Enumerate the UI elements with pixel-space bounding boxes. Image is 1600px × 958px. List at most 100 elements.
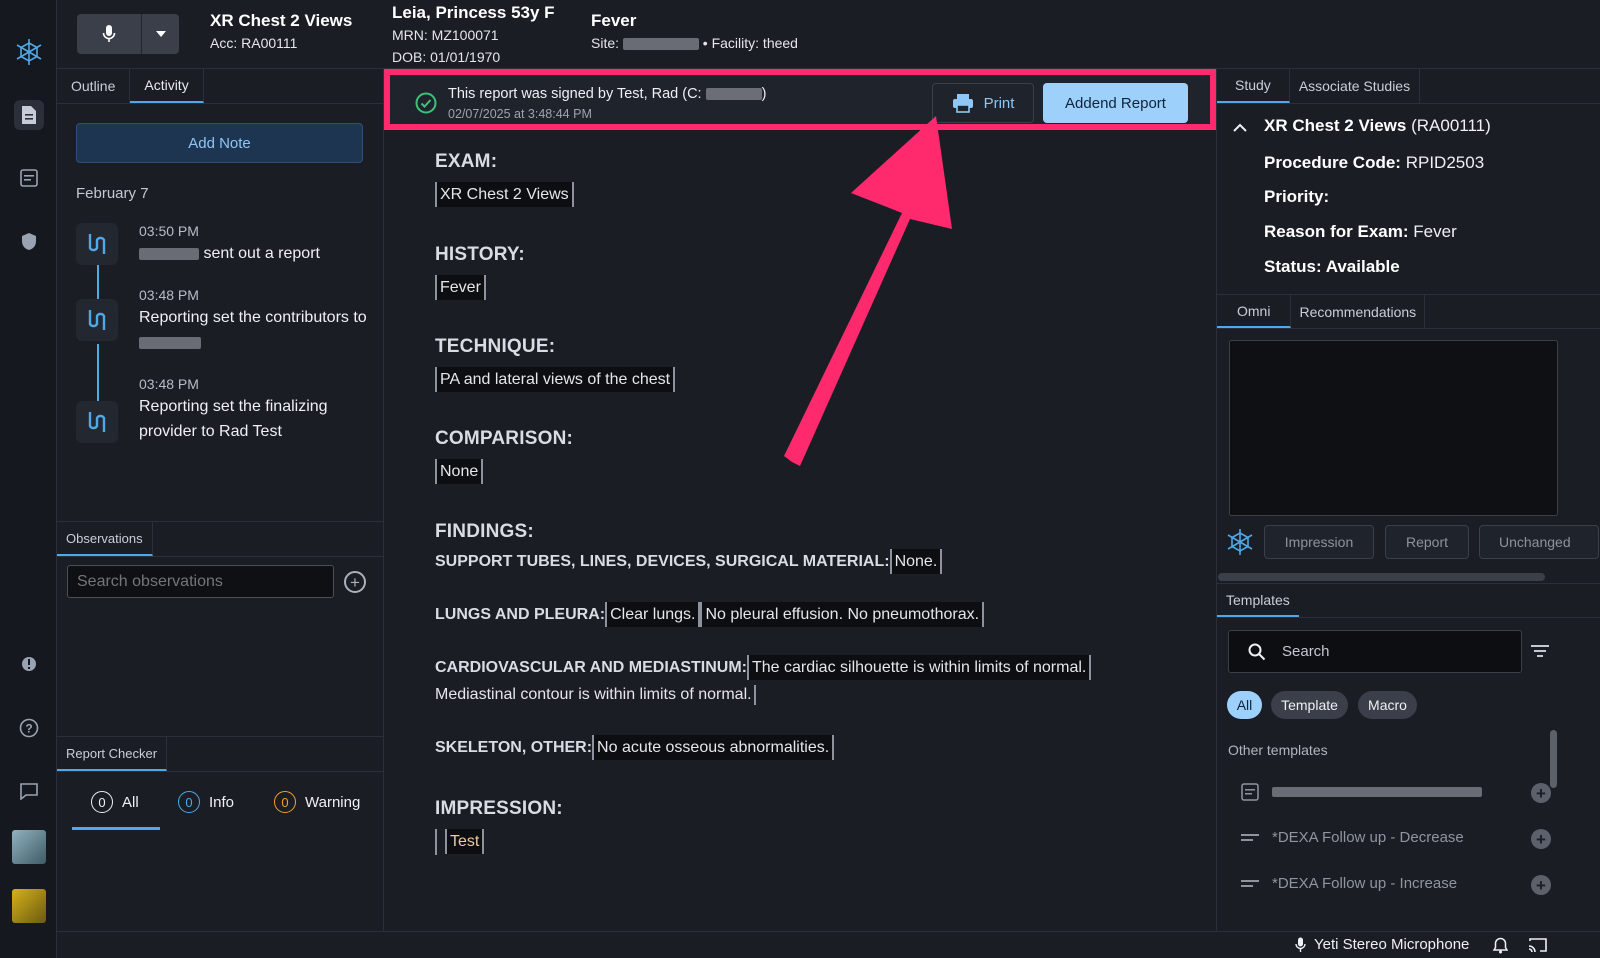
user-avatar[interactable]	[12, 830, 46, 864]
checker-count: 0	[178, 791, 200, 813]
shield-icon[interactable]	[14, 226, 44, 256]
template-item[interactable]: +	[1241, 783, 1551, 803]
tab-omni[interactable]: Omni	[1217, 295, 1292, 328]
impression-chip-button[interactable]: Impression	[1264, 525, 1374, 559]
tab-activity[interactable]: Activity	[130, 69, 204, 103]
activity-message: sent out a report	[203, 245, 320, 262]
filter-all-pill[interactable]: All	[1227, 691, 1262, 719]
field-cursor	[435, 829, 437, 856]
add-template-icon[interactable]: +	[1531, 829, 1551, 849]
filter-macro-pill[interactable]: Macro	[1358, 691, 1417, 719]
microphone-status[interactable]: Yeti Stereo Microphone	[1295, 936, 1469, 953]
macro-icon	[1241, 879, 1259, 887]
worklist-icon[interactable]	[14, 163, 44, 193]
app-logo-icon[interactable]	[14, 37, 44, 67]
report-chip-button[interactable]: Report	[1385, 525, 1469, 559]
checker-filter-all[interactable]: 0 All	[91, 791, 139, 813]
section-heading: FINDINGS:	[435, 521, 534, 542]
report-doc-icon[interactable]	[14, 100, 44, 130]
support-field[interactable]: None.	[889, 549, 943, 574]
filter-icon[interactable]	[1531, 644, 1549, 662]
add-note-button[interactable]: Add Note	[76, 123, 363, 163]
unchanged-chip-button[interactable]: Unchanged	[1479, 525, 1599, 559]
checker-count: 0	[91, 791, 113, 813]
status-bar: Yeti Stereo Microphone	[57, 931, 1600, 958]
left-tabs: Outline Activity	[57, 69, 383, 104]
tab-templates[interactable]: Templates	[1217, 584, 1299, 617]
study-panel: Study Associate Studies XR Chest 2 Views…	[1216, 69, 1600, 931]
timeline-connector	[97, 265, 99, 299]
study-info: XR Chest 2 Views Acc: RA00111	[210, 10, 352, 54]
report-editor: This report was signed by Test, Rad (C: …	[384, 69, 1216, 931]
history-field[interactable]: Fever	[435, 275, 486, 300]
patient-name: Leia, Princess 53y F	[392, 3, 555, 22]
field-cursor	[753, 684, 756, 705]
cardio-field[interactable]: The cardiac silhouette is within limits …	[746, 655, 1092, 680]
microphone-button[interactable]	[77, 14, 141, 54]
bell-icon[interactable]	[1492, 937, 1509, 958]
checker-filter-info[interactable]: 0 Info	[178, 791, 234, 813]
workflow-icon	[76, 223, 118, 265]
vertical-scrollbar[interactable]	[1550, 730, 1557, 788]
macro-icon	[1241, 833, 1259, 841]
add-observation-icon[interactable]: +	[344, 571, 366, 593]
template-item[interactable]: *DEXA Follow up - Increase +	[1241, 875, 1551, 895]
filter-template-pill[interactable]: Template	[1271, 691, 1348, 719]
add-template-icon[interactable]: +	[1531, 783, 1551, 803]
cast-icon[interactable]	[1528, 937, 1548, 957]
cardio-continued[interactable]: Mediastinal contour is within limits of …	[435, 686, 752, 703]
study-name: XR Chest 2 Views	[1264, 116, 1407, 135]
exam-reason: Fever	[591, 11, 637, 30]
tab-associate-studies[interactable]: Associate Studies	[1290, 69, 1421, 103]
horizontal-scrollbar[interactable]	[1218, 573, 1545, 581]
checker-filter-warning[interactable]: 0 Warning	[274, 791, 360, 813]
omni-textarea[interactable]	[1229, 340, 1558, 516]
chat-icon[interactable]	[14, 776, 44, 806]
chevron-up-icon[interactable]	[1233, 119, 1247, 136]
activity-date: February 7	[76, 185, 149, 202]
signed-by-text-end: )	[761, 86, 767, 102]
study-accession: (RA00111)	[1411, 116, 1491, 135]
add-template-icon[interactable]: +	[1531, 875, 1551, 895]
tab-outline[interactable]: Outline	[57, 69, 131, 103]
other-templates-label: Other templates	[1228, 742, 1328, 758]
help-icon[interactable]: ?	[14, 713, 44, 743]
chevron-down-icon	[155, 31, 166, 37]
lungs-field[interactable]: Clear lungs.	[605, 602, 701, 627]
tab-observations[interactable]: Observations	[57, 522, 153, 556]
reason-row: Reason for Exam: Fever	[1264, 222, 1457, 242]
technique-section: TECHNIQUE: PA and lateral views of the c…	[435, 336, 676, 392]
section-heading: HISTORY:	[435, 244, 525, 265]
comparison-field[interactable]: None	[435, 459, 484, 484]
impression-field[interactable]: Test	[445, 829, 485, 854]
patient-dob: DOB: 01/01/1970	[392, 49, 501, 65]
procedure-value: RPID2503	[1405, 153, 1485, 172]
addend-report-button[interactable]: Addend Report	[1043, 83, 1188, 123]
tab-study[interactable]: Study	[1217, 69, 1290, 103]
procedure-label: Procedure Code:	[1264, 153, 1401, 172]
settings-gear-icon[interactable]	[14, 649, 44, 679]
technique-field[interactable]: PA and lateral views of the chest	[435, 367, 676, 392]
lungs-field[interactable]: No pleural effusion. No pneumothorax.	[700, 602, 985, 627]
activity-message: Reporting set the finalizing provider to…	[139, 398, 328, 440]
finding-label: SUPPORT TUBES, LINES, DEVICES, SURGICAL …	[435, 553, 890, 570]
exam-field[interactable]: XR Chest 2 Views	[435, 182, 574, 207]
section-heading: IMPRESSION:	[435, 798, 563, 819]
redacted-user	[139, 247, 199, 260]
skeleton-field[interactable]: No acute osseous abnormalities.	[592, 735, 835, 760]
tab-report-checker[interactable]: Report Checker	[57, 737, 168, 771]
template-item[interactable]: *DEXA Follow up - Decrease +	[1241, 829, 1551, 849]
tab-recommendations[interactable]: Recommendations	[1291, 295, 1426, 328]
template-search-input[interactable]: Search	[1228, 630, 1522, 673]
section-heading: EXAM:	[435, 151, 498, 172]
microphone-dropdown-button[interactable]	[141, 14, 179, 54]
workflow-icon	[76, 401, 118, 443]
search-observations-input[interactable]	[67, 565, 334, 598]
arrow-shape	[784, 116, 952, 466]
impression-section: IMPRESSION: Test	[435, 798, 563, 856]
print-button[interactable]: Print	[932, 83, 1034, 123]
omni-tabs: Omni Recommendations	[1217, 294, 1600, 329]
org-avatar[interactable]	[12, 889, 46, 923]
site-facility: Site: • Facility: theed	[591, 32, 798, 54]
activity-time: 03:48 PM	[139, 287, 199, 303]
